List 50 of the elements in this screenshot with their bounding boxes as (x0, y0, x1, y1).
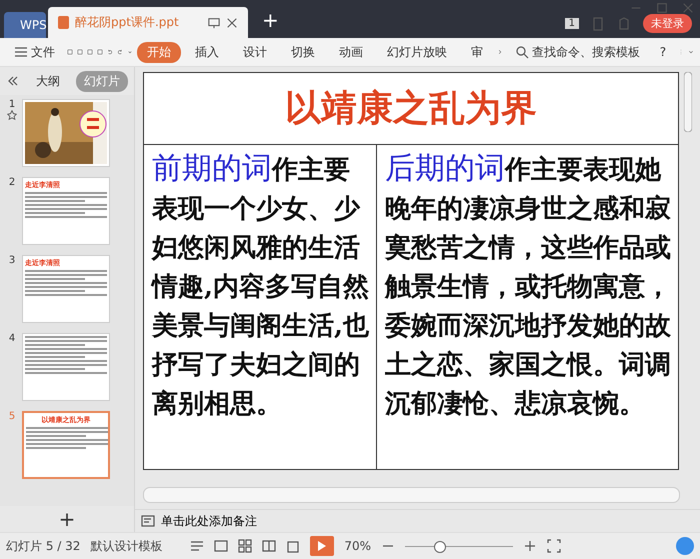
notes-placeholder[interactable]: 单击此处添加备注 (161, 512, 257, 530)
ribbon-tab[interactable]: 设计 (232, 42, 277, 62)
slide-counter: 幻灯片 5 / 32 (6, 538, 80, 554)
play-icon (318, 541, 326, 551)
search-command-field[interactable]: 查找命令、搜索模板 (506, 42, 648, 62)
horizontal-scrollbar[interactable] (143, 487, 680, 503)
new-tab-button[interactable]: + (262, 8, 279, 32)
login-button[interactable]: 未登录 (643, 14, 692, 33)
ribbon-tab[interactable]: 切换 (280, 42, 325, 62)
close-icon[interactable] (226, 16, 238, 28)
fit-icon[interactable] (547, 539, 562, 553)
file-menu[interactable]: 文件 (6, 42, 63, 62)
grid-view-icon[interactable] (238, 539, 252, 553)
star-icon (7, 110, 17, 120)
search-icon (514, 45, 529, 59)
tab-label: 醉花阴ppt课件.ppt (75, 14, 180, 31)
normal-view-icon[interactable] (214, 539, 228, 553)
add-slide-button[interactable]: + (0, 506, 134, 532)
slide-thumbnail[interactable] (22, 333, 110, 401)
slide-number: 2 (8, 177, 16, 188)
help-button[interactable]: ? (652, 43, 674, 61)
ribbon-tab[interactable]: 审 (460, 42, 493, 62)
assistant-icon[interactable] (676, 537, 694, 555)
play-button[interactable] (310, 536, 334, 556)
ribbon-tab[interactable]: 动画 (328, 42, 373, 62)
slide-number: 1 (8, 99, 16, 110)
notes-view-icon[interactable] (190, 539, 204, 553)
slide-number: 5 (8, 411, 16, 422)
slide-paragraph: 前期的词作主要表现一个少女、少妇悠闲风雅的生活情趣,内容多写自然美景与闺阁生活,也抒写了夫妇之间的离别相思。 (144, 145, 377, 469)
zoom-in-icon[interactable] (523, 539, 538, 553)
tab-label: WPS (20, 18, 47, 32)
slide-title: 以靖康之乱为界 (144, 73, 678, 145)
slide-paragraph: 后期的词作主要表现她晚年的凄凉身世之感和寂寞愁苦之情，这些作品或触景生情，或托物寓意，委婉而深沉地抒发她的故土之恋、家国之恨。词调沉郁凄怆、悲凉哀惋。 (384, 150, 672, 421)
book-icon[interactable] (262, 539, 276, 553)
document-icon (58, 16, 69, 29)
panel-view-tab[interactable]: 大纲 (28, 70, 68, 92)
collapse-panel-icon[interactable] (6, 74, 20, 88)
home-tab[interactable]: WPS (4, 12, 46, 38)
menu-icon (14, 45, 28, 59)
slide-number: 3 (8, 255, 16, 266)
note-icon (141, 514, 155, 528)
ribbon-tab[interactable]: 插入 (184, 42, 229, 62)
page-count-badge[interactable]: 1 (564, 18, 579, 29)
vertical-scrollbar[interactable] (684, 72, 692, 132)
slide-number: 4 (8, 333, 16, 344)
ribbon-tab[interactable]: 幻灯片放映 (376, 42, 457, 62)
monitor-icon[interactable] (208, 16, 220, 28)
zoom-level[interactable]: 70% (344, 539, 372, 553)
zoom-slider-thumb[interactable] (434, 540, 446, 552)
template-name[interactable]: 默认设计模板 (90, 538, 162, 554)
